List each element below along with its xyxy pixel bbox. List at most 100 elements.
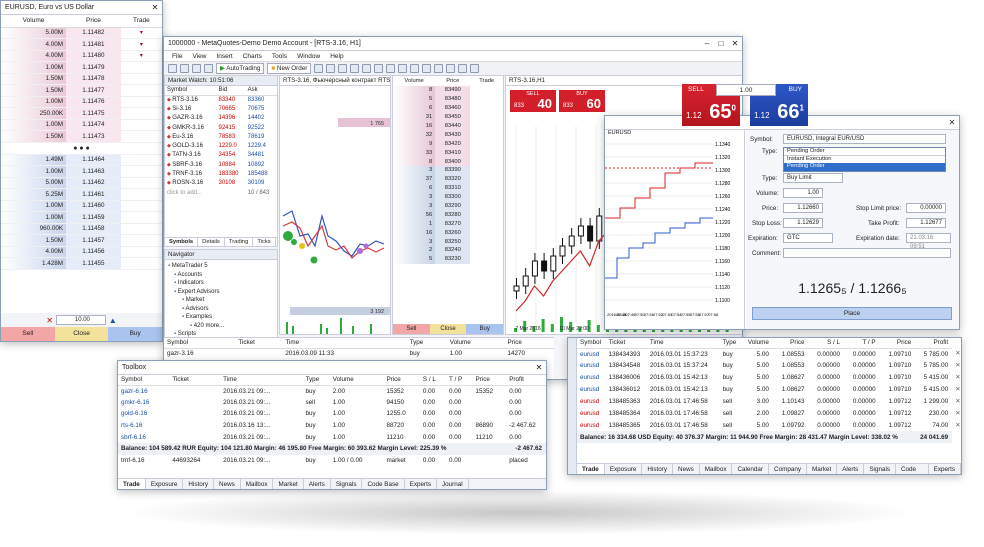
dom-row[interactable]: 5.00M 1.11482 ▾ <box>1 27 162 39</box>
dom-row[interactable]: 1.49M 1.11464 <box>1 154 162 166</box>
close-icon[interactable]: ✕ <box>945 116 959 130</box>
toolbox-tab[interactable]: Trade <box>118 479 146 489</box>
table-row[interactable]: gazr-6.16 2016.03.21 09:... buy 2.00 15352 0.… <box>118 385 546 397</box>
positions-tab[interactable]: Market <box>807 464 838 474</box>
toolbox-tab[interactable]: History <box>183 479 215 489</box>
table-row[interactable]: gmkr-6.16 2016.03.21 09:... sell 1.00 94150 0… <box>118 397 546 409</box>
rts-dom-trade-cell[interactable] <box>470 130 503 139</box>
menu-item[interactable]: Help <box>330 51 343 61</box>
crosshair-icon[interactable] <box>446 64 456 73</box>
order-type-select[interactable]: Buy Limit <box>783 173 843 183</box>
dom-trade-cell[interactable] <box>120 223 162 235</box>
table-row[interactable]: gold-6.16 2016.03.21 09:... buy 1.00 1255.0 0… <box>118 408 546 420</box>
comment-input[interactable] <box>783 248 951 258</box>
dom-trade-cell[interactable] <box>120 73 162 85</box>
cursor-icon[interactable] <box>434 64 444 73</box>
dom-row[interactable]: 1.00M 1.11476 <box>1 96 162 108</box>
table-row[interactable]: eurusd 138436006 2016.03.01 15:42:13 buy 5.0… <box>577 372 961 384</box>
type-option-instant[interactable]: Instant Execution <box>784 156 945 164</box>
menu-item[interactable]: Tools <box>272 51 287 61</box>
dom-row[interactable]: 1.00M 1.11459 <box>1 211 162 224</box>
place-button[interactable]: Place <box>752 307 952 320</box>
stop-loss-input[interactable]: 1.12629 <box>783 218 823 228</box>
dom-row[interactable]: 960.00K 1.11458 <box>1 223 162 235</box>
price-input[interactable]: 1.12660 <box>783 203 823 213</box>
market-watch-row[interactable]: GOLD-3.161229.0 1229.4 <box>165 141 277 150</box>
navigator-item[interactable]: Advisors <box>168 305 274 314</box>
dom-trade-cell[interactable] <box>120 154 162 166</box>
positions-tab[interactable]: Trade <box>577 464 605 474</box>
rts-dom-trade-cell[interactable] <box>470 202 503 211</box>
lot-increase-icon[interactable]: ▲ <box>109 316 117 325</box>
dom-row[interactable]: 4.00M 1.11481 ▾ <box>1 38 162 51</box>
dom-trade-cell[interactable] <box>120 61 162 74</box>
rts-dom-trade-cell[interactable] <box>470 255 503 264</box>
table-row[interactable]: trnf-6.16 44693264 2016.03.21 09:... buy 1.0… <box>118 455 546 467</box>
scroll-icon[interactable] <box>386 64 396 73</box>
rts-dom-row[interactable]: 9 83420 <box>393 139 503 149</box>
symbol-select[interactable]: EURUSD, Integral EUR/USD <box>783 134 946 144</box>
rts-dom-row[interactable]: 3 83290 <box>393 201 503 211</box>
dom-buy-button[interactable]: Buy <box>108 327 162 341</box>
mw-add-hint[interactable]: click to add... <box>165 188 217 197</box>
tile-icon[interactable] <box>374 64 384 73</box>
volume-input[interactable]: 1.00 <box>783 188 823 198</box>
dom-trade-cell[interactable] <box>120 234 162 247</box>
rts-dom-row[interactable]: 5 83230 <box>393 254 503 264</box>
table-row[interactable]: eurusd 138485365 2016.03.01 17:46:58 sell 5.… <box>577 419 961 431</box>
close-icon[interactable]: ✕ <box>532 361 546 375</box>
rts-dom-trade-cell[interactable] <box>470 184 503 193</box>
close-position-icon[interactable]: ✕ <box>952 407 961 419</box>
menu-item[interactable]: View <box>192 51 206 61</box>
navigator-item[interactable]: 420 more... <box>168 322 274 331</box>
rts-dom-trade-cell[interactable] <box>470 122 503 131</box>
autotrading-button[interactable]: ▶ AutoTrading <box>216 63 265 74</box>
rts-dom-trade-cell[interactable] <box>470 193 503 202</box>
positions-tab[interactable]: Exposure <box>605 464 643 474</box>
rts-dom-trade-cell[interactable] <box>470 237 503 246</box>
close-icon[interactable]: ✕ <box>728 37 742 51</box>
vertical-line-icon[interactable] <box>458 64 468 73</box>
rts-dom-row[interactable]: 56 83280 <box>393 210 503 220</box>
rts-dom-trade-cell[interactable] <box>470 157 503 166</box>
minimize-icon[interactable]: – <box>700 37 714 51</box>
rts-dom-buy-button[interactable]: Buy <box>466 324 504 334</box>
navigator-item[interactable]: Examples <box>168 313 274 322</box>
rts-dom-trade-cell[interactable] <box>470 95 503 104</box>
table-row[interactable]: rts-6.16 2016.03.16 13:... buy 1.00 88720 0.0… <box>118 420 546 432</box>
mw-tab[interactable]: Symbols <box>165 238 199 246</box>
rts-dom-trade-cell[interactable] <box>470 210 503 219</box>
toolbox-tab[interactable]: Journal <box>437 479 469 489</box>
maximize-icon[interactable]: □ <box>714 37 728 51</box>
dom-trade-cell[interactable] <box>120 257 162 270</box>
close-position-icon[interactable]: ✕ <box>952 348 961 360</box>
close-position-icon[interactable]: ✕ <box>952 396 961 408</box>
new-order-button[interactable]: ■ New Order <box>267 63 312 74</box>
toolbox-tab[interactable]: Market <box>273 479 304 489</box>
zoom-in-icon[interactable] <box>350 64 360 73</box>
market-watch-row[interactable]: SBRF-3.1610884 10892 <box>165 160 277 169</box>
shift-icon[interactable] <box>398 64 408 73</box>
dom-trade-cell[interactable]: ▾ <box>120 50 162 62</box>
navigator-icon[interactable] <box>204 64 213 73</box>
toolbox-tab[interactable]: Experts <box>405 479 437 489</box>
lot-decrease-icon[interactable]: ✕ <box>46 316 53 325</box>
rts-dom-row[interactable]: 5 83480 <box>393 94 503 104</box>
dom-row[interactable]: 1.00M 1.11474 <box>1 119 162 131</box>
rts-dom-row[interactable]: 3 83250 <box>393 237 503 247</box>
new-chart-icon[interactable] <box>168 64 177 73</box>
mw-tab[interactable]: Trading <box>225 238 254 246</box>
menu-item[interactable]: Insert <box>216 51 232 61</box>
close-position-icon[interactable]: ✕ <box>952 360 961 372</box>
rts-dom-row[interactable]: 31 83450 <box>393 112 503 122</box>
rts-dom-row[interactable]: 16 83260 <box>393 228 503 238</box>
positions-tab[interactable]: History <box>642 464 674 474</box>
rts-dom-row[interactable]: 1 83270 <box>393 219 503 229</box>
dom-trade-cell[interactable] <box>120 107 162 120</box>
rts-dom-trade-cell[interactable] <box>470 104 503 113</box>
market-watch-row[interactable]: RTS-3.1683340 83360 <box>165 95 277 104</box>
rts-dom-trade-cell[interactable] <box>470 175 503 184</box>
close-position-icon[interactable]: ✕ <box>952 372 961 384</box>
rts-dom-row[interactable]: 3 83390 <box>393 166 503 175</box>
indicators-icon[interactable] <box>410 64 420 73</box>
